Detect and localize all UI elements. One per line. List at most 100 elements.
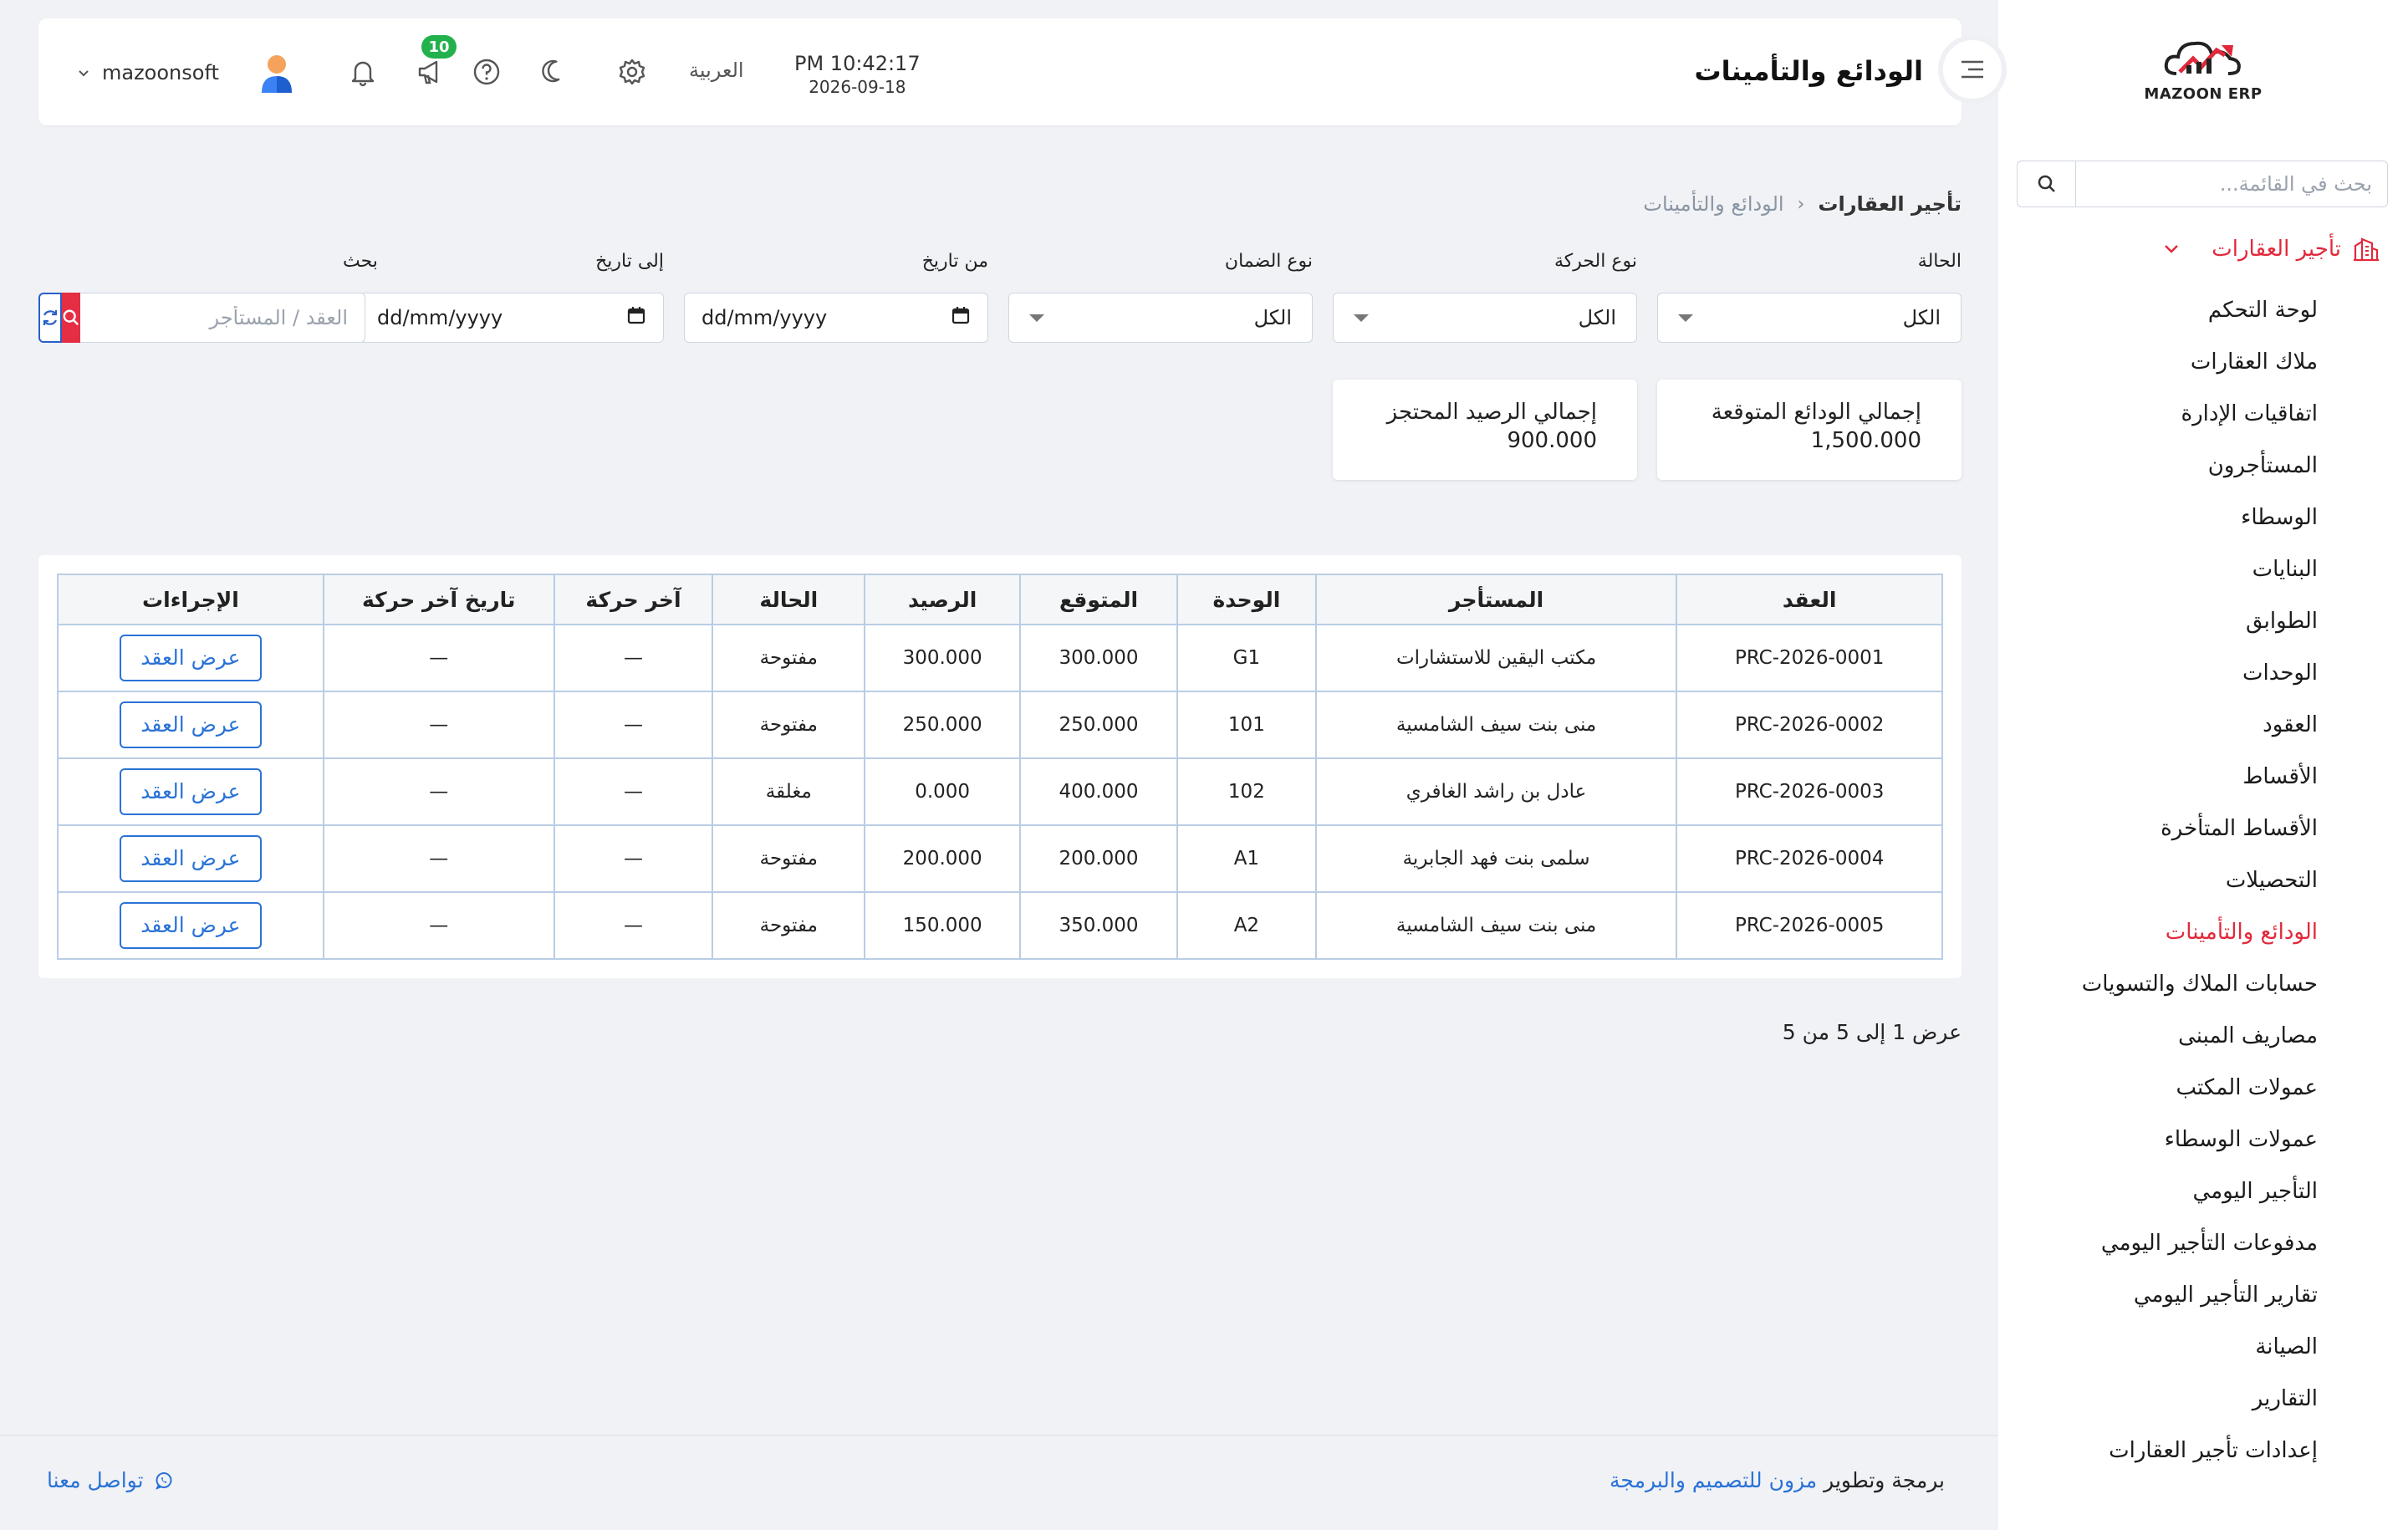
sidebar-item-daily-rental-payments[interactable]: مدفوعات التأجير اليومي — [1998, 1217, 2408, 1269]
sidebar-item-dashboard[interactable]: لوحة التحكم — [1998, 284, 2408, 336]
sidebar-item-daily-rental-reports[interactable]: تقارير التأجير اليومي — [1998, 1269, 2408, 1321]
search-input[interactable] — [80, 293, 365, 343]
cell-balance: 200.000 — [864, 824, 1022, 893]
cell-last-movement: — — [553, 757, 714, 826]
column-header-balance[interactable]: الرصيد — [864, 574, 1022, 625]
search-icon[interactable] — [2018, 161, 2076, 207]
mazoon-logo[interactable]: MAZOON ERP — [2140, 33, 2266, 117]
sidebar-item-owners[interactable]: ملاك العقارات — [1998, 336, 2408, 388]
view-contract-button[interactable]: عرض العقد — [119, 902, 262, 949]
column-header-contract[interactable]: العقد — [1676, 574, 1943, 625]
cell-last-movement-date: — — [322, 891, 555, 960]
movement-type-select[interactable]: الكل — [1333, 293, 1637, 343]
sidebar-item-management-agreements[interactable]: اتفاقيات الإدارة — [1998, 388, 2408, 440]
sidebar-item-brokers[interactable]: الوسطاء — [1998, 492, 2408, 543]
sidebar-group-label: تأجير العقارات — [2212, 237, 2341, 262]
sidebar-item-reports[interactable]: التقارير — [1998, 1373, 2408, 1425]
cell-unit: G1 — [1176, 624, 1317, 692]
guarantee-type-select[interactable]: الكل — [1008, 293, 1313, 343]
column-header-last-movement-date[interactable]: تاريخ آخر حركة — [322, 574, 555, 625]
sidebar-item-buildings[interactable]: البنايات — [1998, 543, 2408, 595]
sidebar-toggle-button[interactable] — [1938, 35, 2007, 104]
sidebar-item-floors[interactable]: الطوابق — [1998, 595, 2408, 647]
view-contract-button[interactable]: عرض العقد — [119, 768, 262, 815]
sidebar-item-deposits[interactable]: الودائع والتأمينات — [1998, 906, 2408, 958]
notification-badge: 10 — [421, 35, 457, 59]
calendar-icon[interactable] — [951, 305, 971, 330]
column-header-last-movement[interactable]: آخر حركة — [553, 574, 714, 625]
moon-icon[interactable] — [537, 54, 574, 90]
dropdown-arrow-icon — [1029, 314, 1044, 322]
cell-last-movement: — — [553, 624, 714, 692]
language-switch[interactable]: العربية — [689, 59, 744, 82]
cell-actions: عرض العقد — [57, 624, 324, 692]
sidebar-item-contracts[interactable]: العقود — [1998, 699, 2408, 751]
sidebar-item-settings[interactable]: إعدادات تأجير العقارات — [1998, 1425, 2408, 1476]
sidebar-item-units[interactable]: الوحدات — [1998, 647, 2408, 699]
cell-status: مفتوحة — [712, 824, 866, 893]
cell-tenant: عادل بن راشد الغافري — [1314, 757, 1678, 826]
cell-status: مفتوحة — [712, 691, 866, 759]
deposits-table: العقد المستأجر الوحدة المتوقع الرصيد الح… — [57, 574, 1943, 960]
user-menu[interactable]: mazoonsoft — [77, 50, 299, 95]
from-date-value: dd/mm/yyyy — [701, 306, 828, 329]
cell-actions: عرض العقد — [57, 824, 324, 893]
contact-us-link[interactable]: تواصل معنا — [47, 1468, 174, 1492]
help-icon[interactable] — [468, 54, 505, 90]
cell-last-movement-date: — — [322, 624, 555, 692]
credit-brand-link[interactable]: مزون للتصميم والبرمجة — [1610, 1468, 1817, 1492]
cell-tenant: منى بنت سيف الشامسية — [1314, 891, 1678, 960]
bell-icon[interactable] — [344, 54, 381, 90]
status-filter-select[interactable]: الكل — [1657, 293, 1962, 343]
search-label: بحث — [343, 251, 378, 272]
table-row: PRC-2026-0001 مكتب اليقين للاستشارات G1 … — [57, 624, 1943, 692]
column-header-status[interactable]: الحالة — [712, 574, 866, 625]
chevron-down-icon[interactable] — [2162, 239, 2181, 258]
cell-tenant: سلمى بنت فهد الجابرية — [1314, 824, 1678, 893]
guarantee-type-label: نوع الضمان — [1224, 251, 1313, 272]
view-contract-button[interactable]: عرض العقد — [119, 635, 262, 681]
breadcrumb-root[interactable]: تأجير العقارات — [1818, 192, 1962, 216]
footer-credit: برمجة وتطوير مزون للتصميم والبرمجة — [1610, 1468, 1945, 1492]
sidebar-item-daily-rental[interactable]: التأجير اليومي — [1998, 1165, 2408, 1217]
sidebar-search-input[interactable] — [2076, 161, 2387, 207]
refresh-button[interactable] — [38, 293, 62, 343]
cell-contract: PRC-2026-0005 — [1676, 891, 1943, 960]
search-button[interactable] — [62, 293, 80, 343]
gear-icon[interactable] — [614, 54, 650, 90]
table-header-row: العقد المستأجر الوحدة المتوقع الرصيد الح… — [57, 574, 1943, 625]
cell-unit: 102 — [1176, 757, 1317, 826]
to-date-label: إلى تاريخ — [595, 251, 664, 272]
sidebar-item-office-commissions[interactable]: عمولات المكتب — [1998, 1062, 2408, 1114]
cell-status: مغلقة — [712, 757, 866, 826]
cell-contract: PRC-2026-0001 — [1676, 624, 1943, 692]
calendar-icon[interactable] — [626, 305, 646, 330]
sidebar-item-late-installments[interactable]: الأقساط المتأخرة — [1998, 803, 2408, 854]
cell-contract: PRC-2026-0002 — [1676, 691, 1943, 759]
sidebar-group-real-estate-rental[interactable]: تأجير العقارات — [1998, 226, 2408, 273]
sidebar-item-building-expenses[interactable]: مصاريف المبنى — [1998, 1010, 2408, 1062]
deposits-table-panel: العقد المستأجر الوحدة المتوقع الرصيد الح… — [38, 555, 1962, 978]
cell-status: مفتوحة — [712, 891, 866, 960]
view-contract-button[interactable]: عرض العقد — [119, 701, 262, 748]
view-contract-button[interactable]: عرض العقد — [119, 835, 262, 882]
sidebar-item-collections[interactable]: التحصيلات — [1998, 854, 2408, 906]
to-date-input[interactable]: dd/mm/yyyy — [360, 293, 664, 343]
sidebar-item-owner-accounts[interactable]: حسابات الملاك والتسويات — [1998, 958, 2408, 1010]
clock-time: PM 10:42:17 — [794, 52, 921, 75]
expected-deposits-card: إجمالي الودائع المتوقعة 1,500.000 — [1657, 380, 1962, 480]
cell-last-movement: — — [553, 891, 714, 960]
sidebar-item-broker-commissions[interactable]: عمولات الوسطاء — [1998, 1114, 2408, 1165]
cell-unit: 101 — [1176, 691, 1317, 759]
column-header-expected[interactable]: المتوقع — [1019, 574, 1178, 625]
chevron-left-icon: ‹ — [1797, 193, 1805, 215]
column-header-actions: الإجراءات — [57, 574, 324, 625]
cell-balance: 300.000 — [864, 624, 1022, 692]
sidebar-item-installments[interactable]: الأقساط — [1998, 751, 2408, 803]
column-header-tenant[interactable]: المستأجر — [1314, 574, 1678, 625]
sidebar-item-tenants[interactable]: المستأجرون — [1998, 440, 2408, 492]
from-date-input[interactable]: dd/mm/yyyy — [684, 293, 988, 343]
megaphone-icon[interactable]: 10 — [411, 35, 457, 90]
sidebar-item-maintenance[interactable]: الصيانة — [1998, 1321, 2408, 1373]
column-header-unit[interactable]: الوحدة — [1176, 574, 1317, 625]
